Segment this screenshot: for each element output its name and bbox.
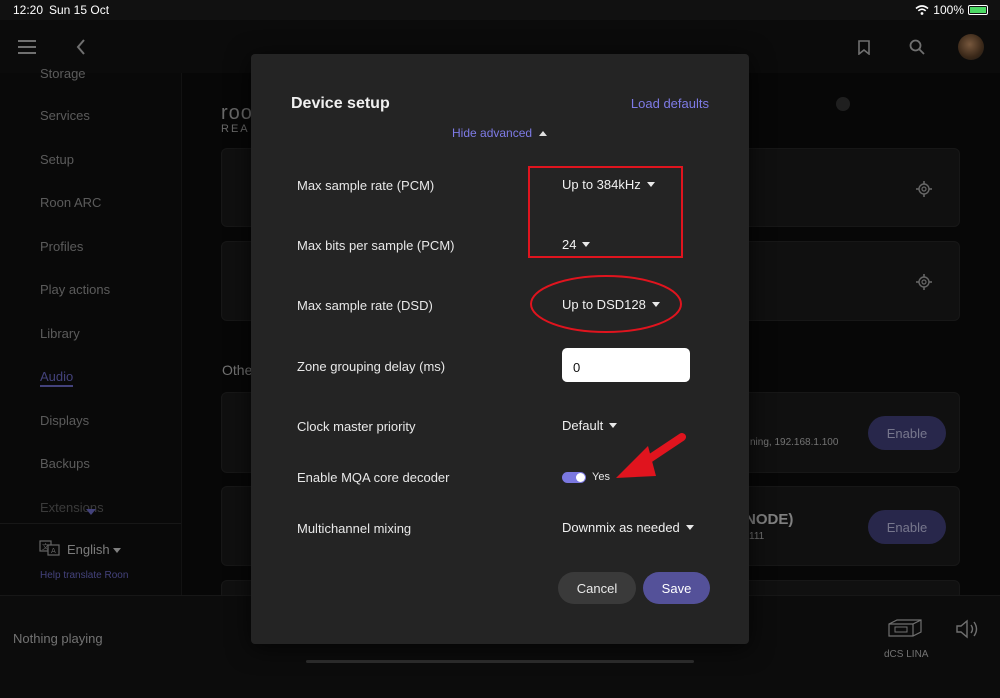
grouping-delay-input[interactable]: 0 [562,348,690,382]
multichannel-label: Multichannel mixing [297,521,412,536]
mqa-decoder-toggle[interactable] [562,472,586,483]
save-button[interactable]: Save [643,572,710,604]
chevron-down-icon [646,182,655,187]
wifi-icon [915,5,929,15]
clock-priority-select[interactable]: Default [562,418,618,433]
mqa-decoder-label: Enable MQA core decoder [297,470,450,485]
chevron-down-icon [582,242,591,247]
clock-priority-value: Default [562,418,604,433]
multichannel-select[interactable]: Downmix as needed [562,520,694,535]
status-date: Sun 15 Oct [49,3,110,17]
battery-percent: 100% [933,3,964,17]
multichannel-value: Downmix as needed [562,520,680,535]
chevron-down-icon [685,525,694,530]
max-dsd-rate-value: Up to DSD128 [562,297,646,312]
hide-advanced-link[interactable]: Hide advanced [452,126,548,140]
max-pcm-rate-label: Max sample rate (PCM) [297,178,435,193]
max-pcm-rate-value: Up to 384kHz [562,177,641,192]
clock-priority-label: Clock master priority [297,419,416,434]
chevron-down-icon [609,423,618,428]
dialog-title: Device setup [291,95,390,112]
max-bits-label: Max bits per sample (PCM) [297,238,455,253]
grouping-delay-label: Zone grouping delay (ms) [297,359,446,374]
max-bits-select[interactable]: 24 [562,237,591,252]
load-defaults-link[interactable]: Load defaults [631,96,709,111]
mqa-decoder-state: Yes [592,471,610,483]
max-dsd-rate-label: Max sample rate (DSD) [297,298,433,313]
status-time: 12:20 [13,3,44,17]
chevron-up-icon [539,131,548,137]
status-bar: 12:20 Sun 15 Oct 100% [0,0,1000,20]
max-pcm-rate-select[interactable]: Up to 384kHz [562,177,655,192]
max-bits-value: 24 [562,237,577,252]
cancel-button[interactable]: Cancel [558,572,636,604]
battery-icon [968,5,988,15]
chevron-down-icon [651,302,660,307]
device-setup-dialog: Device setup Load defaults Hide advanced… [251,54,749,644]
hide-advanced-label: Hide advanced [452,126,533,140]
max-dsd-rate-select[interactable]: Up to DSD128 [562,297,660,312]
